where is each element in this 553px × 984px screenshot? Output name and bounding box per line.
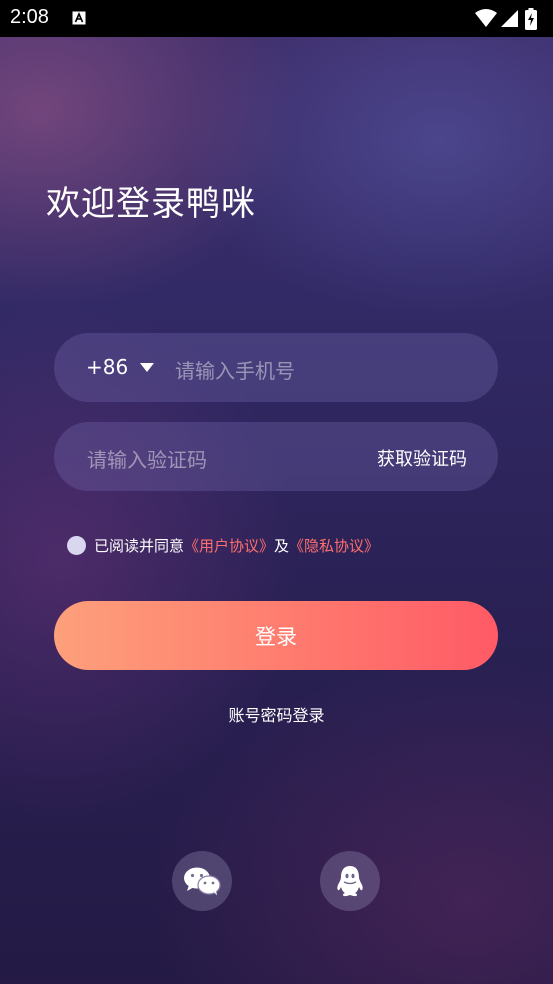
get-code-button[interactable]: 获取验证码 <box>377 445 467 471</box>
phone-input[interactable]: 请输入手机号 <box>175 355 295 384</box>
wifi-icon <box>475 9 497 27</box>
agreement-and: 及 <box>274 536 290 555</box>
country-code-selector[interactable]: +86 <box>86 355 128 379</box>
status-icons <box>475 8 545 30</box>
phone-field[interactable]: +86 请输入手机号 <box>54 333 498 402</box>
code-input[interactable]: 请输入验证码 <box>87 444 207 473</box>
privacy-policy-link[interactable]: 《隐私协议》 <box>289 535 379 556</box>
user-agreement-link[interactable]: 《用户协议》 <box>184 535 274 556</box>
status-bar: 2:08 <box>0 0 553 37</box>
a-notification-icon <box>72 11 86 25</box>
wechat-icon <box>184 867 221 896</box>
agreement-checkbox[interactable] <box>67 535 86 555</box>
login-screen: 2:08 欢迎登录鸭咪 +86 请输入手机号 请输入验证码 获取验证码 已阅读并… <box>0 0 553 984</box>
welcome-title: 欢迎登录鸭咪 <box>46 184 256 224</box>
battery-charging-icon <box>525 8 537 30</box>
qq-icon <box>337 866 363 897</box>
qq-login-button[interactable] <box>320 851 380 911</box>
account-password-login-link[interactable]: 账号密码登录 <box>0 702 553 726</box>
agreement-row: 已阅读并同意 《用户协议》 及 《隐私协议》 <box>67 534 379 556</box>
caret-down-icon[interactable] <box>140 363 154 372</box>
agreement-prefix: 已阅读并同意 <box>94 536 185 555</box>
verification-code-field[interactable]: 请输入验证码 获取验证码 <box>54 422 498 491</box>
status-time: 2:08 <box>10 6 49 28</box>
signal-icon <box>501 10 518 27</box>
wechat-login-button[interactable] <box>172 851 232 911</box>
login-button[interactable]: 登录 <box>54 601 498 670</box>
